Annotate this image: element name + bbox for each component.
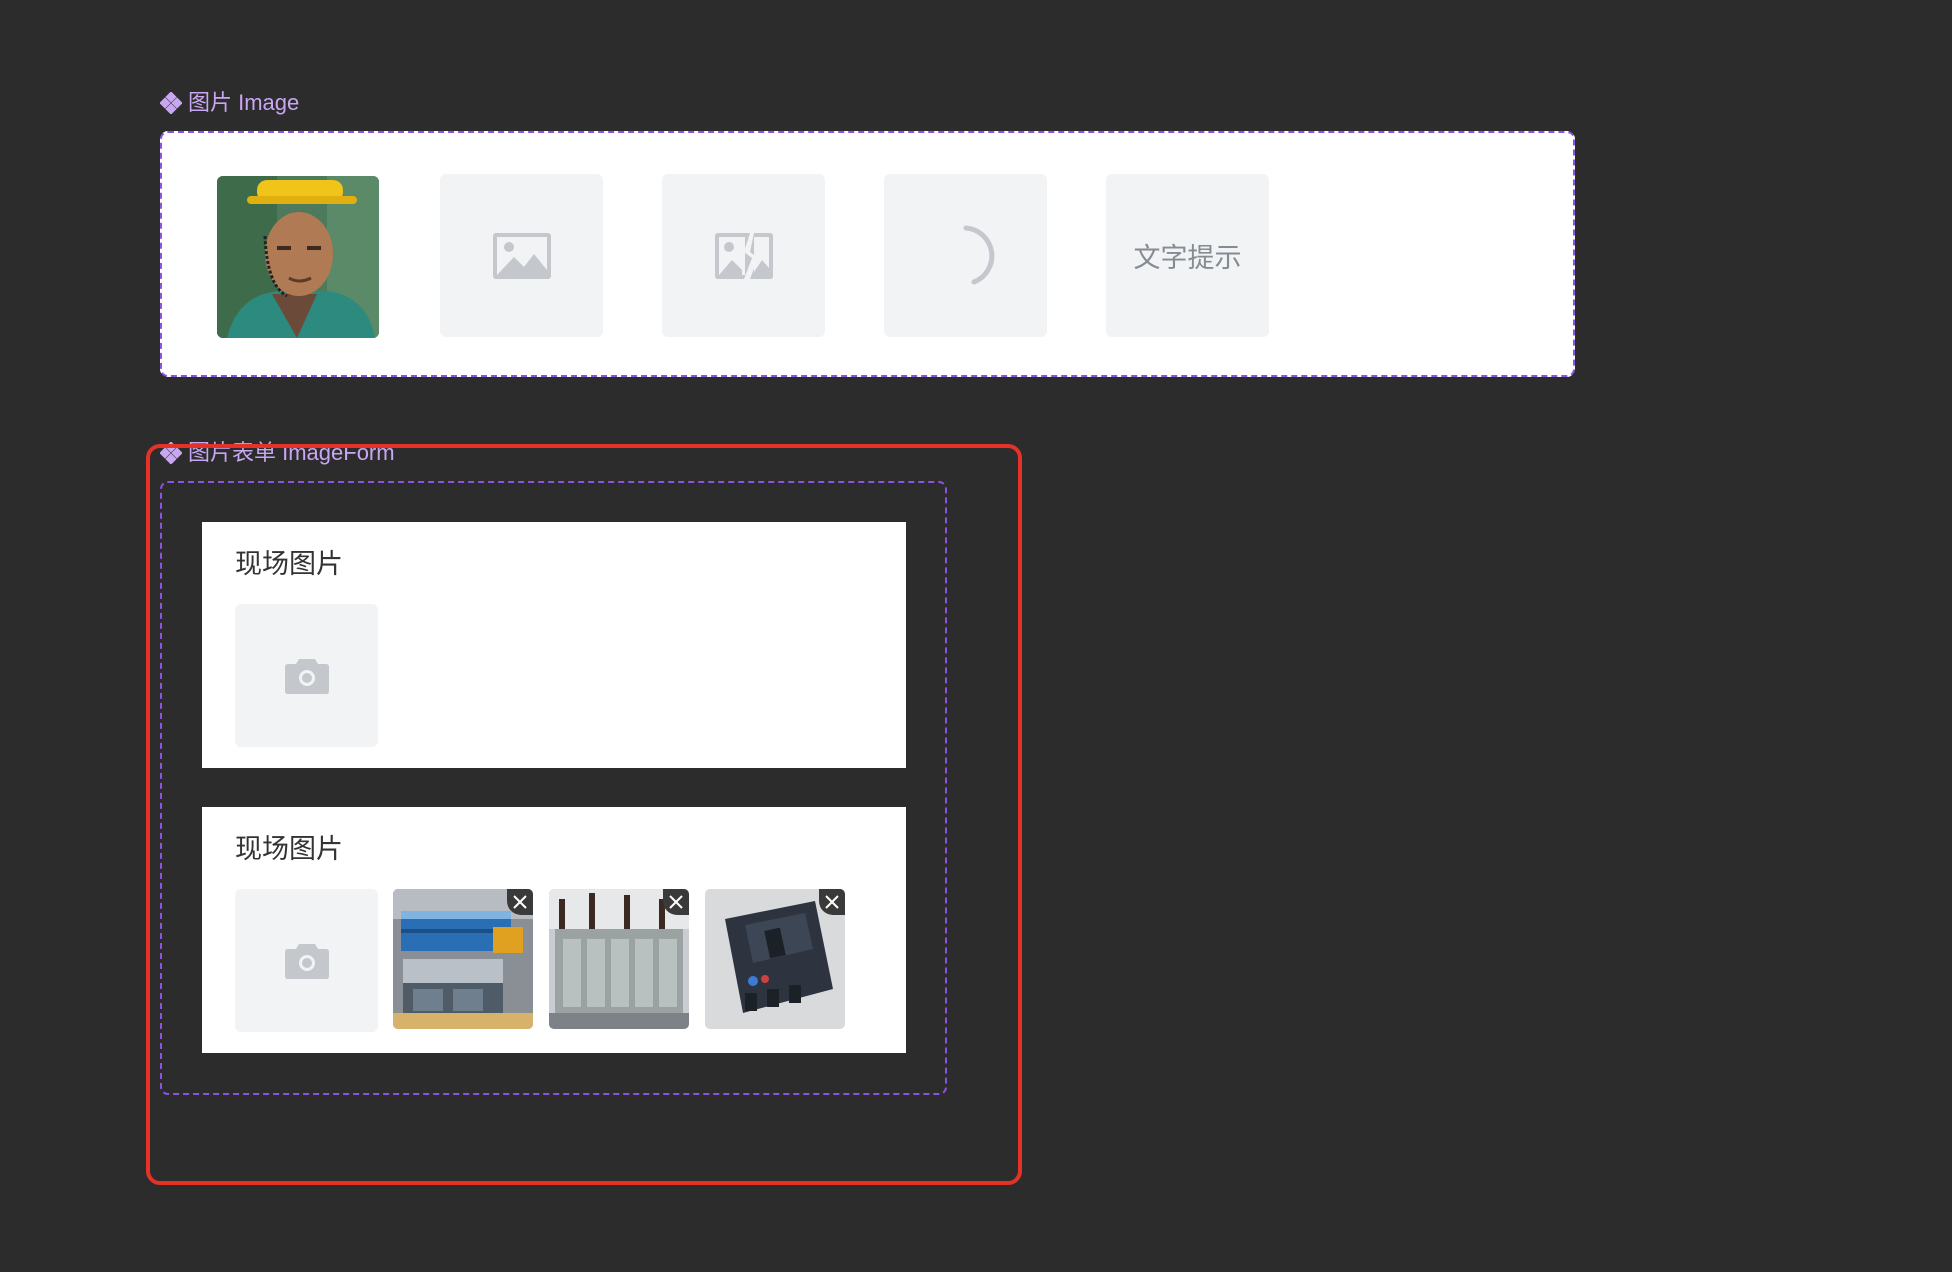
component-diamond-icon	[160, 92, 182, 114]
section-label-text: 图片 Image	[188, 90, 300, 115]
worker-photo	[217, 176, 379, 338]
image-icon	[492, 232, 551, 279]
highlight-annotation-box	[146, 444, 1022, 1185]
image-text-hint: 文字提示	[1133, 243, 1242, 273]
broken-image-icon	[714, 232, 773, 279]
image-item-error[interactable]	[662, 174, 825, 337]
loading-spinner-icon	[963, 225, 994, 284]
image-item-text[interactable]: 文字提示	[1106, 174, 1269, 337]
image-item-placeholder[interactable]	[440, 174, 603, 337]
image-item-photo[interactable]	[217, 176, 379, 338]
image-item-loading	[884, 174, 1047, 337]
image-component-frame: 文字提示	[160, 131, 1575, 377]
section-label-image: 图片 Image	[160, 90, 299, 116]
